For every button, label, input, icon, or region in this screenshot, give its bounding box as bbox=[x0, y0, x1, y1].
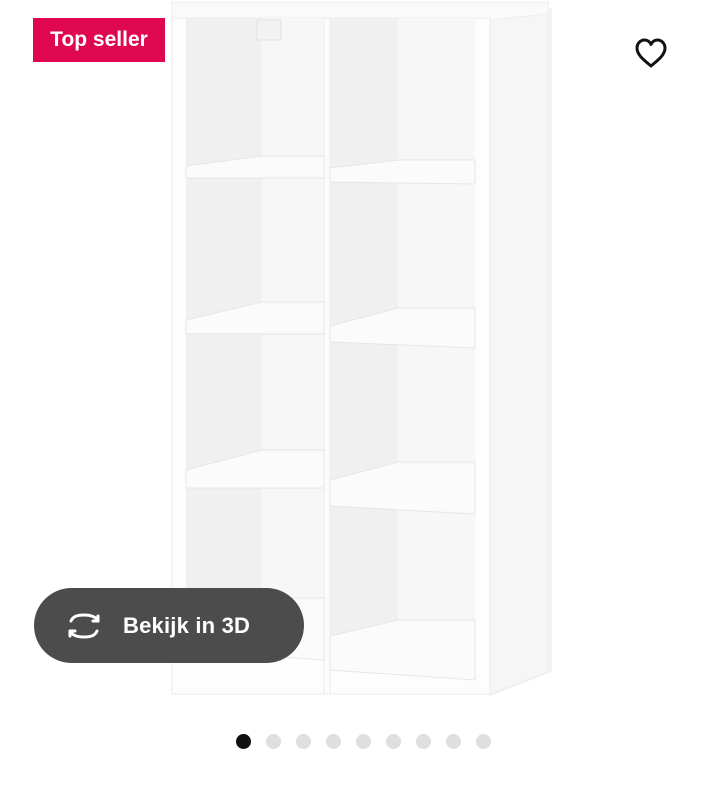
top-seller-badge: Top seller bbox=[33, 18, 165, 62]
carousel-dot-5[interactable] bbox=[355, 733, 371, 749]
rotate-360-icon bbox=[64, 610, 108, 642]
view-in-3d-button[interactable]: Bekijk in 3D bbox=[34, 588, 304, 663]
carousel-dot-2[interactable] bbox=[265, 733, 281, 749]
carousel-dot-9[interactable] bbox=[475, 733, 491, 749]
carousel-dot-1[interactable] bbox=[235, 733, 251, 749]
image-carousel-pagination bbox=[0, 733, 726, 749]
top-seller-badge-label: Top seller bbox=[50, 28, 148, 51]
carousel-dot-3[interactable] bbox=[295, 733, 311, 749]
carousel-dot-4[interactable] bbox=[325, 733, 341, 749]
carousel-dot-6[interactable] bbox=[385, 733, 401, 749]
add-to-favourites-button[interactable] bbox=[628, 32, 674, 78]
heart-icon bbox=[634, 37, 668, 74]
carousel-dot-7[interactable] bbox=[415, 733, 431, 749]
view-in-3d-label: Bekijk in 3D bbox=[123, 612, 251, 638]
carousel-dot-8[interactable] bbox=[445, 733, 461, 749]
